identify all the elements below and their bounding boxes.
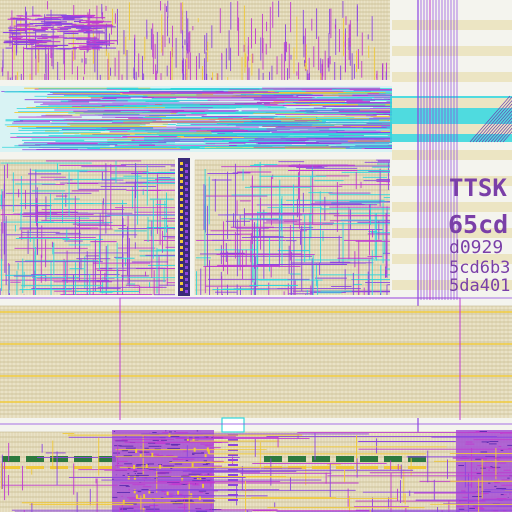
commit-hash-line-2: d0929 — [449, 237, 504, 258]
vertical-divider-strip — [178, 158, 190, 296]
lower-cell-area — [0, 305, 512, 418]
layout-view: TTSK 65cd d0929 5cd6b3 5da401 — [0, 0, 512, 512]
commit-hash-line-4: 5da401 — [449, 276, 511, 296]
layout-canvas — [0, 0, 512, 512]
middle-routing-band — [0, 86, 392, 152]
commit-hash-line-1: 65cd — [448, 210, 509, 239]
chip-logo-text: TTSK — [449, 174, 507, 202]
commit-hash-line-3: 5cd6b3 — [449, 258, 511, 278]
top-cell-block — [0, 0, 390, 80]
